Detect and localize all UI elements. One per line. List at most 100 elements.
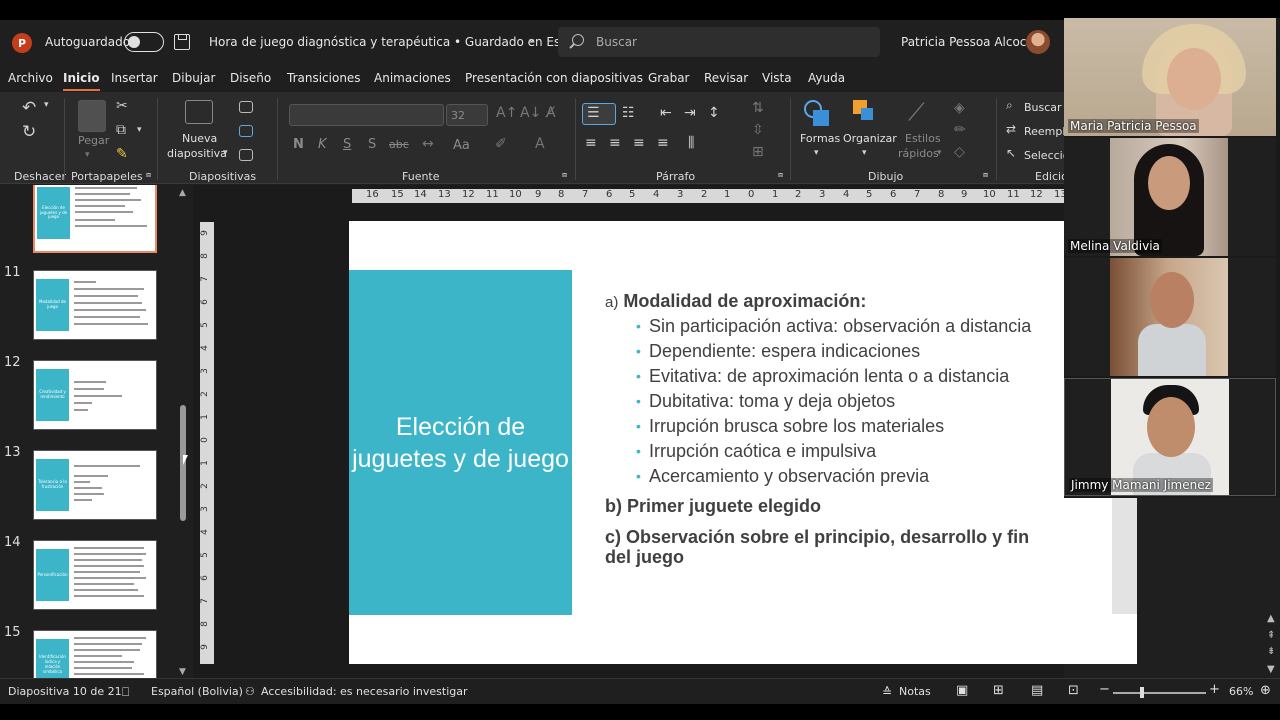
reading-view-icon[interactable]: ▤ [1031,683,1043,698]
text-direction-icon[interactable]: ⇅ [752,100,764,116]
scroll-down-icon[interactable]: ▼ [179,667,186,677]
zoom-out-icon[interactable]: − [1099,682,1110,697]
language-indicator[interactable]: Español (Bolivia) [151,685,243,698]
chevron-down-icon[interactable]: ▾ [937,148,942,158]
chevron-down-icon[interactable]: ▾ [862,148,867,158]
select-button[interactable]: Seleccio [1024,149,1069,162]
tab-diseno[interactable]: Diseño [230,71,271,85]
tab-ayuda[interactable]: Ayuda [808,71,845,85]
chevron-down-icon[interactable]: ⌄ [527,32,536,45]
zoom-slider-handle[interactable] [1140,687,1144,698]
bold-button[interactable]: N [293,137,304,152]
tab-vista[interactable]: Vista [762,71,792,85]
font-family-select[interactable] [289,104,444,126]
decrease-indent-icon[interactable]: ⇤ [660,105,672,121]
highlight-icon[interactable]: ✐ [495,136,507,152]
shrink-font-icon[interactable]: A↓ [520,105,541,121]
dialog-launcher-icon[interactable]: ⧈ [146,170,151,180]
justify-icon[interactable]: ≡ [657,135,669,151]
slide-counter[interactable]: Diapositiva 10 de 21 [8,685,122,698]
normal-view-icon[interactable]: ▣ [956,683,968,698]
align-left-icon[interactable]: ≡ [585,135,597,151]
previous-slide-icon[interactable]: ⇞ [1267,630,1275,641]
tab-transiciones[interactable]: Transiciones [287,71,361,85]
chevron-down-icon[interactable]: ▾ [223,148,228,158]
notes-button[interactable]: Notas [899,685,931,698]
clear-format-icon[interactable]: A̸ [546,105,556,121]
zoom-level[interactable]: 66% [1229,685,1253,698]
slide-sorter-icon[interactable]: ⊞ [993,683,1004,698]
paste-button[interactable]: Pegar [78,134,109,147]
shapes-button[interactable]: Formas [800,132,840,145]
new-slide-icon[interactable] [185,100,213,124]
paste-icon[interactable] [78,100,106,132]
zoom-in-icon[interactable]: + [1209,682,1220,697]
participant-tile[interactable]: Melina Valdivia [1064,138,1276,256]
format-painter-icon[interactable]: ✎ [116,146,128,162]
spelling-book-icon[interactable]: ⎕ [122,685,129,700]
tab-inicio[interactable]: Inicio [63,71,100,91]
arrange-button[interactable]: Organizar [843,132,897,145]
font-color-icon[interactable]: A [535,136,545,152]
chevron-down-icon[interactable]: ▾ [137,125,142,135]
dialog-launcher-icon[interactable]: ⧈ [562,170,567,180]
tab-animaciones[interactable]: Animaciones [374,71,451,85]
char-spacing-icon[interactable]: ↔ [422,136,434,152]
tab-dibujar[interactable]: Dibujar [172,71,215,85]
numbering-icon[interactable]: ☷ [622,105,635,121]
bullets-button[interactable]: ☰ [582,103,616,125]
align-right-icon[interactable]: ≡ [633,135,645,151]
copy-icon[interactable]: ⧉ [116,122,126,138]
slideshow-icon[interactable]: ⊡ [1068,683,1079,698]
find-button[interactable]: Buscar [1024,101,1062,114]
thumbnail-slide-15[interactable]: Identificación lúdica y relación simbóli… [33,630,157,678]
align-center-icon[interactable]: ≡ [609,135,621,151]
italic-button[interactable]: K [318,137,327,152]
font-size-select[interactable]: 32 [446,104,488,126]
chevron-down-icon[interactable]: ▾ [814,148,819,158]
thumbnail-slide-14[interactable]: Personificación [33,540,157,610]
scroll-up-icon[interactable]: ▲ [179,188,186,198]
scroll-down-icon[interactable]: ▼ [1267,664,1275,675]
quick-styles-icon[interactable]: ⟋ [908,98,925,126]
tab-grabar[interactable]: Grabar [648,71,690,85]
chevron-down-icon[interactable]: ▾ [44,100,49,110]
tab-insertar[interactable]: Insertar [111,71,158,85]
slide-content-box[interactable]: a) Modalidad de aproximación: Sin partic… [605,290,1057,567]
new-slide-button[interactable]: Nueva [182,132,217,145]
chevron-down-icon[interactable]: ▾ [85,150,90,160]
strikethrough-button[interactable]: abc [389,138,409,151]
thumbnail-image[interactable]: Elección de juguetes y de juego [33,185,157,253]
save-icon[interactable] [174,34,190,50]
tab-archivo[interactable]: Archivo [8,71,53,85]
current-slide[interactable]: Elección de juguetes y de juego a) Modal… [349,221,1137,664]
tab-revisar[interactable]: Revisar [704,71,748,85]
quick-styles-button-line2[interactable]: rápidos [898,147,939,160]
reset-icon[interactable] [239,125,253,137]
scroll-up-icon[interactable]: ▲ [1267,613,1275,624]
thumbnail-slide-11[interactable]: Modalidad de juego [33,270,157,340]
new-slide-button-line2[interactable]: diapositiva [167,147,227,160]
redo-icon[interactable]: ↻ [22,122,36,142]
shape-effects-icon[interactable]: ◇ [954,144,965,160]
shape-outline-icon[interactable]: ✏ [954,122,966,138]
thumbnail-scrollbar[interactable] [178,190,188,676]
quick-styles-button[interactable]: Estilos [905,132,941,145]
next-slide-icon[interactable]: ⇟ [1267,646,1275,657]
account-name[interactable]: Patricia Pessoa Alcocer [901,35,1039,49]
shape-fill-icon[interactable]: ◈ [954,100,965,116]
columns-icon[interactable]: ⫼ [688,135,694,151]
thumbnail-slide-13[interactable]: Tolerancia a la frustración [33,450,157,520]
grow-font-icon[interactable]: A↑ [496,105,517,121]
change-case-button[interactable]: Aa [453,138,470,153]
dialog-launcher-icon[interactable]: ⧈ [778,170,783,180]
dialog-launcher-icon[interactable]: ⧈ [983,170,988,180]
thumbnail-slide-12[interactable]: Creatividad y rendimiento [33,360,157,430]
undo-icon[interactable]: ↶ [22,98,36,118]
align-text-icon[interactable]: ⇳ [752,122,764,138]
participant-tile[interactable]: Jimmy Mamani Jimenez [1064,378,1276,496]
autosave-toggle[interactable] [124,32,164,52]
cut-icon[interactable]: ✂ [116,98,128,114]
fit-to-window-icon[interactable]: ⊕ [1260,683,1271,698]
participant-tile[interactable]: Maria Patricia Pessoa [1064,18,1276,136]
